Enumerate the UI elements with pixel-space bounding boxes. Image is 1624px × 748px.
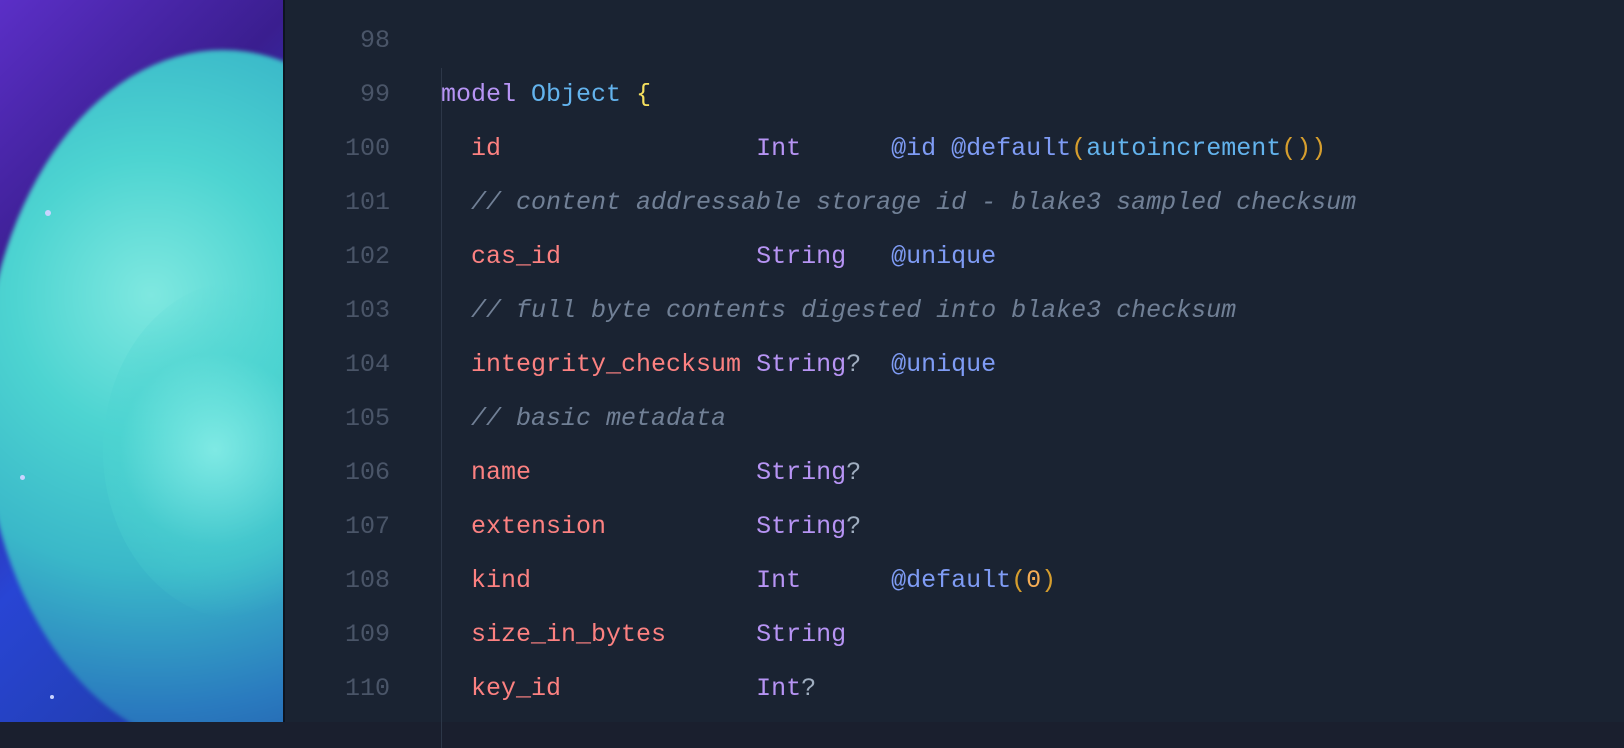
brace-token: {	[636, 80, 651, 109]
field-token: extension	[471, 512, 606, 541]
paren-token: )	[1311, 134, 1326, 163]
code-line[interactable]: cas_id String @unique	[441, 230, 1624, 284]
line-number: 109	[285, 608, 390, 662]
code-line[interactable]: extension String?	[441, 500, 1624, 554]
field-token: kind	[471, 566, 531, 595]
line-number: 107	[285, 500, 390, 554]
desktop-wallpaper	[0, 0, 283, 722]
star-icon	[50, 695, 54, 699]
code-line[interactable]: // content addressable storage id - blak…	[441, 176, 1624, 230]
type-token: Int	[756, 566, 801, 595]
type-token: String	[756, 512, 846, 541]
code-content[interactable]: model Object { id Int @id @default(autoi…	[415, 0, 1624, 722]
field-token: key_id	[471, 674, 561, 703]
attribute-token: @default	[891, 566, 1011, 595]
star-icon	[20, 475, 25, 480]
optional-token: ?	[801, 674, 816, 703]
attribute-token: @unique	[891, 242, 996, 271]
code-line[interactable]: id Int @id @default(autoincrement())	[441, 122, 1624, 176]
code-line[interactable]: size_in_bytes String	[441, 608, 1624, 662]
type-token: String	[756, 620, 846, 649]
type-token: String	[756, 350, 846, 379]
line-number: 108	[285, 554, 390, 608]
field-token: cas_id	[471, 242, 561, 271]
code-line[interactable]: // basic metadata	[441, 392, 1624, 446]
comment-token: // content addressable storage id - blak…	[471, 188, 1356, 217]
line-number: 104	[285, 338, 390, 392]
code-line[interactable]: name String?	[441, 446, 1624, 500]
type-token: String	[756, 458, 846, 487]
line-number-gutter: 98 99 100 101 102 103 104 105 106 107 10…	[285, 0, 415, 722]
field-token: id	[471, 134, 501, 163]
line-number: 105	[285, 392, 390, 446]
optional-token: ?	[846, 458, 861, 487]
number-token: 0	[1026, 566, 1041, 595]
optional-token: ?	[846, 512, 861, 541]
keyword-token: model	[441, 80, 516, 109]
attribute-token: @id	[891, 134, 936, 163]
type-token: Object	[531, 80, 621, 109]
attribute-token: @default	[951, 134, 1071, 163]
type-token: String	[756, 242, 846, 271]
code-line[interactable]: kind Int @default(0)	[441, 554, 1624, 608]
paren-token: )	[1041, 566, 1056, 595]
paren-token: (	[1281, 134, 1296, 163]
line-number: 106	[285, 446, 390, 500]
field-token: integrity_checksum	[471, 350, 741, 379]
line-number: 98	[285, 14, 390, 68]
field-token: size_in_bytes	[471, 620, 666, 649]
code-line[interactable]: model Object {	[441, 68, 1624, 122]
line-number: 99	[285, 68, 390, 122]
function-token: autoincrement	[1086, 134, 1281, 163]
code-line[interactable]	[441, 14, 1624, 68]
paren-token: (	[1071, 134, 1086, 163]
type-token: Int	[756, 134, 801, 163]
optional-token: ?	[846, 350, 861, 379]
code-line[interactable]: // full byte contents digested into blak…	[441, 284, 1624, 338]
type-token: Int	[756, 674, 801, 703]
comment-token: // full byte contents digested into blak…	[471, 296, 1236, 325]
paren-token: )	[1296, 134, 1311, 163]
code-editor[interactable]: 98 99 100 101 102 103 104 105 106 107 10…	[283, 0, 1624, 722]
comment-token: // basic metadata	[471, 404, 726, 433]
star-icon	[45, 210, 51, 216]
line-number: 103	[285, 284, 390, 338]
paren-token: (	[1011, 566, 1026, 595]
line-number: 110	[285, 662, 390, 716]
line-number: 101	[285, 176, 390, 230]
line-number: 100	[285, 122, 390, 176]
code-line[interactable]: key_id Int?	[441, 662, 1624, 716]
line-number: 102	[285, 230, 390, 284]
indent-guide	[441, 68, 442, 748]
code-line[interactable]: integrity_checksum String? @unique	[441, 338, 1624, 392]
attribute-token: @unique	[891, 350, 996, 379]
field-token: name	[471, 458, 531, 487]
